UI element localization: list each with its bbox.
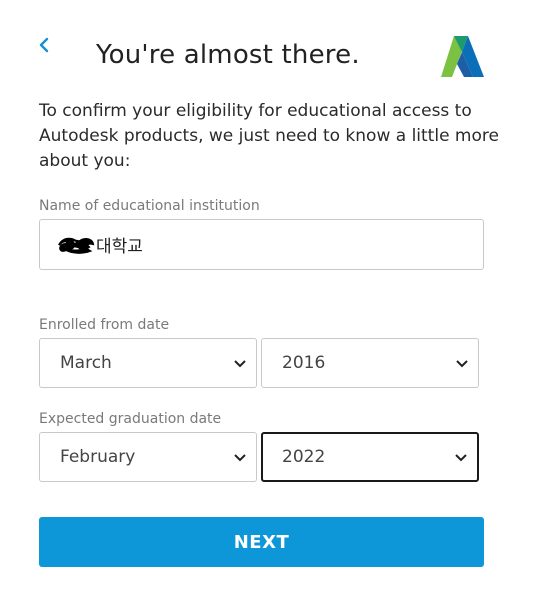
page-title: You're almost there. (96, 40, 360, 70)
chevron-down-icon (234, 360, 246, 368)
intro-text: To confirm your eligibility for educatio… (39, 101, 499, 171)
enrolled-year-value: 2016 (282, 353, 326, 373)
autodesk-logo-icon (441, 36, 484, 77)
redaction-scribble (58, 237, 95, 254)
graduation-label: Expected graduation date (39, 411, 222, 427)
graduation-year-select[interactable]: 2022 (261, 432, 479, 482)
chevron-down-icon (234, 454, 246, 462)
institution-label: Name of educational institution (39, 198, 260, 214)
chevron-down-icon (455, 454, 467, 462)
graduation-month-select[interactable]: February (39, 432, 257, 482)
enrolled-year-select[interactable]: 2016 (261, 338, 479, 388)
institution-value: 대학교 (96, 237, 143, 257)
back-button[interactable] (37, 36, 53, 56)
graduation-month-value: February (60, 447, 136, 467)
enrolled-month-select[interactable]: March (39, 338, 257, 388)
chevron-left-icon (39, 37, 49, 53)
next-button[interactable]: NEXT (39, 517, 484, 567)
enrolled-label: Enrolled from date (39, 317, 170, 333)
chevron-down-icon (456, 360, 468, 368)
enrolled-month-value: March (60, 353, 112, 373)
graduation-year-value: 2022 (282, 447, 326, 467)
institution-input[interactable]: 대학교 (39, 219, 484, 270)
